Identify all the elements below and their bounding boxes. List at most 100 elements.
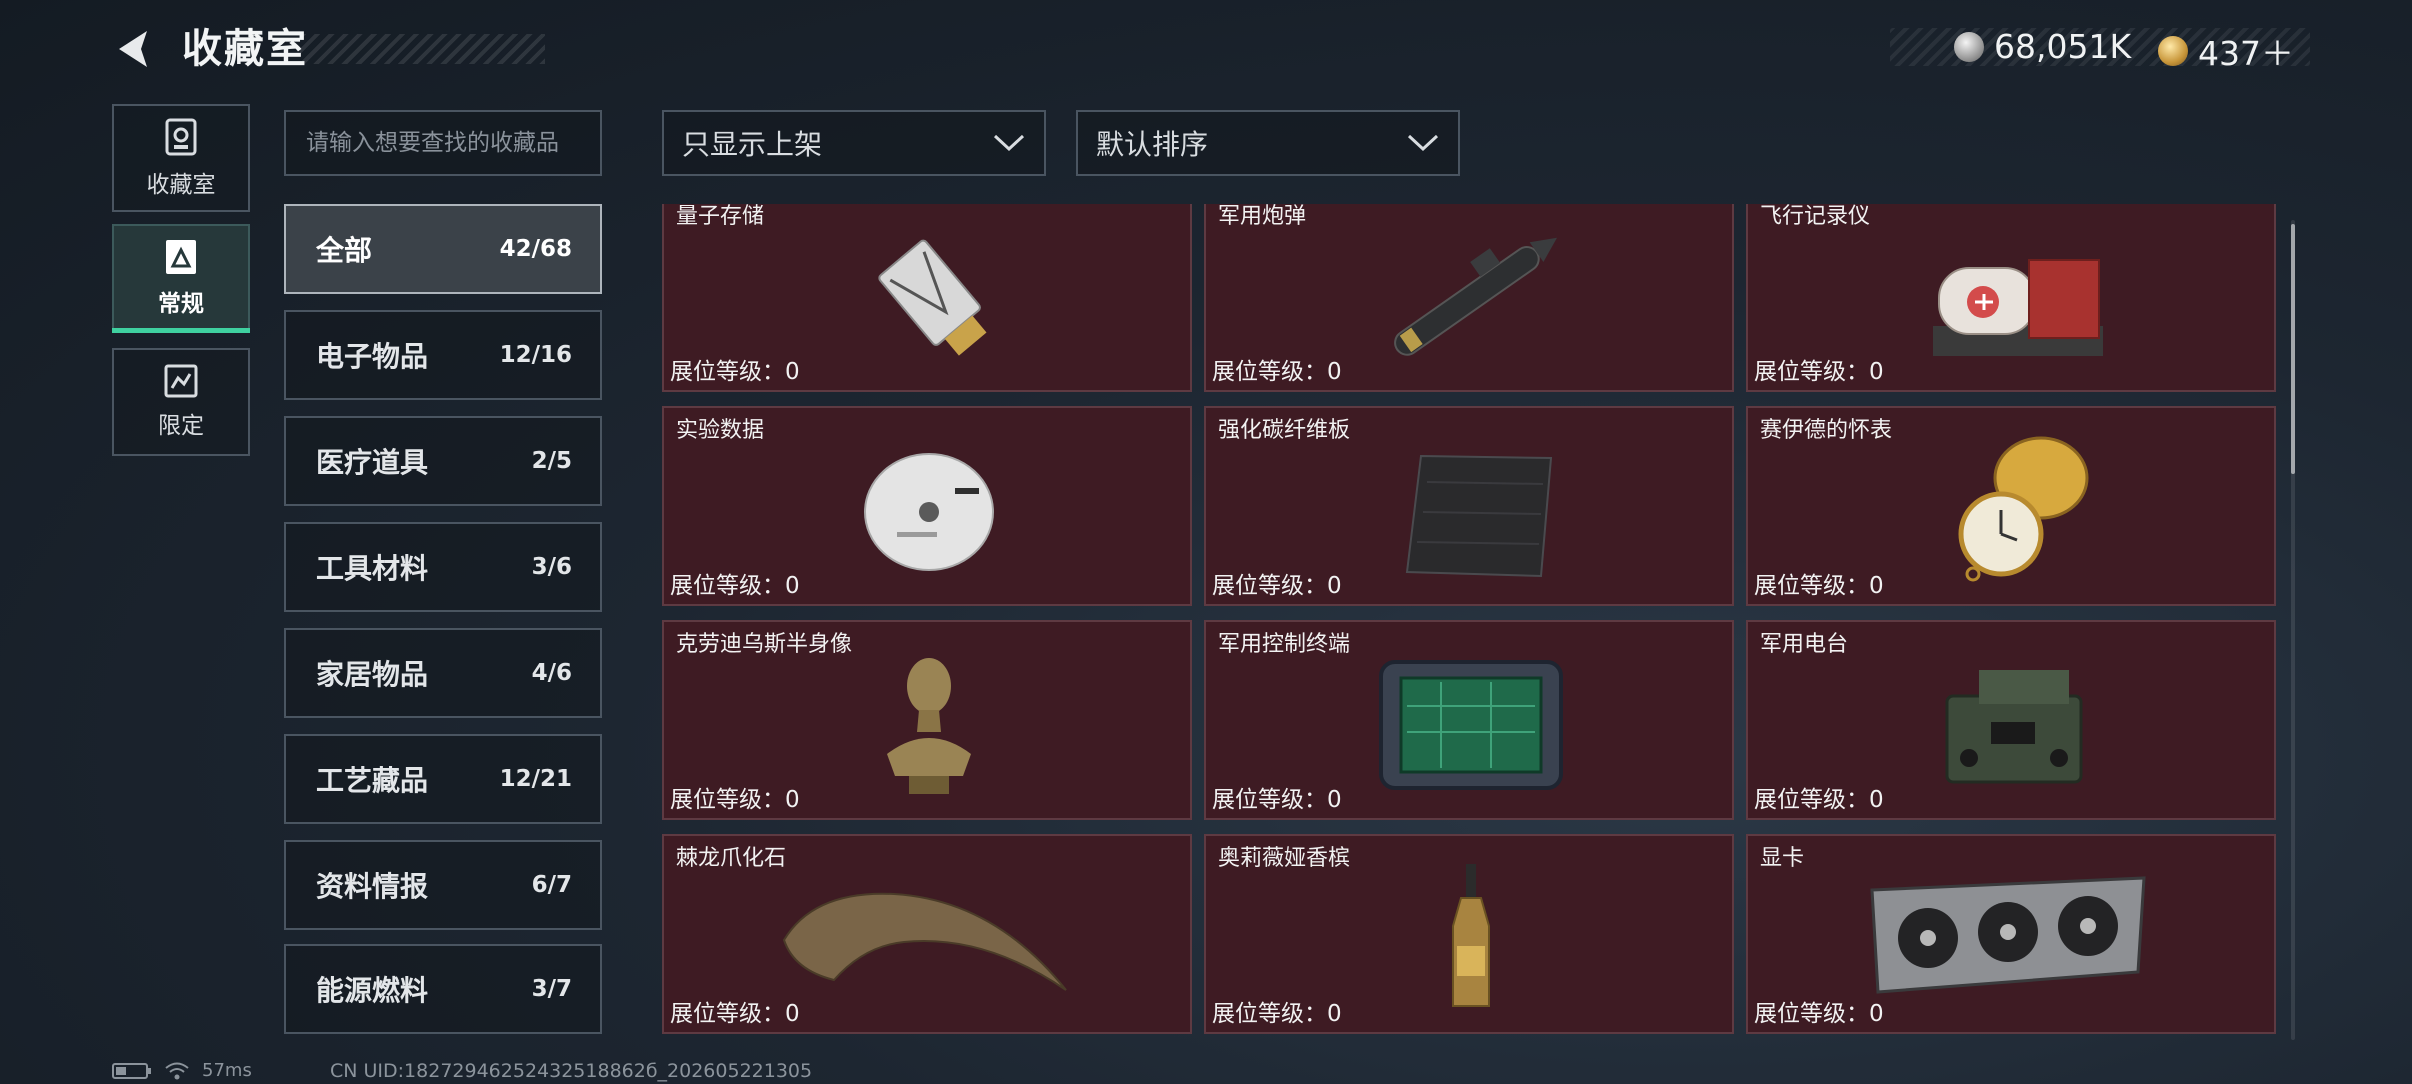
scrollbar-thumb[interactable]: [2291, 224, 2295, 474]
category-count: 3/6: [531, 554, 572, 580]
item-name: 量子存储: [676, 204, 765, 229]
chevron-down-icon: [1407, 134, 1439, 152]
collection-card[interactable]: 军用控制终端 展位等级：0: [1204, 620, 1734, 820]
category-energy[interactable]: 能源燃料 3/7: [284, 944, 602, 1034]
collection-card[interactable]: 奥莉薇娅香槟 展位等级：0: [1204, 834, 1734, 1034]
mode-label: 常规: [158, 291, 204, 317]
category-count: 12/16: [499, 342, 572, 368]
item-name: 飞行记录仪: [1760, 204, 1871, 229]
category-household[interactable]: 家居物品 4/6: [284, 628, 602, 718]
category-count: 4/6: [531, 660, 572, 686]
military-radio-icon: [1945, 670, 2083, 784]
mode-label: 限定: [158, 413, 204, 439]
collection-card[interactable]: 军用电台 展位等级：0: [1746, 620, 2276, 820]
control-terminal-icon: [1379, 660, 1563, 790]
category-tools[interactable]: 工具材料 3/6: [284, 522, 602, 612]
title-decoration: [300, 34, 545, 64]
artillery-shell-icon: [1394, 237, 1558, 356]
category-count: 6/7: [531, 872, 572, 898]
gold-amount: 437＋: [2198, 34, 2294, 73]
category-count: 42/68: [499, 236, 572, 262]
category-count: 3/7: [531, 976, 572, 1002]
booth-level: 展位等级：0: [670, 359, 800, 385]
collection-grid[interactable]: 量子存储 展位等级：0 军用炮弹 展位等级：0 飞行记录仪 展位等级：0 实验数…: [660, 204, 2276, 1036]
item-name: 军用炮弹: [1218, 204, 1307, 229]
carbon-plate-icon: [1405, 454, 1553, 578]
booth-level: 展位等级：0: [1754, 787, 1884, 813]
booth-level: 展位等级：0: [1754, 573, 1884, 599]
chevron-down-icon: [993, 134, 1025, 152]
category-medical[interactable]: 医疗道具 2/5: [284, 416, 602, 506]
uid-text: CN UID:18272946252432518862б_20260522130…: [330, 1060, 813, 1082]
item-name: 奥莉薇娅香槟: [1218, 846, 1351, 871]
category-electronics[interactable]: 电子物品 12/16: [284, 310, 602, 400]
latency-text: 57ms: [202, 1060, 252, 1081]
booth-level: 展位等级：0: [1212, 573, 1342, 599]
back-button[interactable]: [108, 22, 162, 76]
collection-card[interactable]: 棘龙爪化石 展位等级：0: [662, 834, 1192, 1034]
category-name: 全部: [316, 234, 373, 267]
collection-room-icon: [165, 118, 197, 156]
currency-gold[interactable]: 437＋: [2158, 27, 2294, 75]
search-input[interactable]: [284, 110, 602, 176]
regular-card-icon: [166, 240, 196, 274]
booth-level: 展位等级：0: [1212, 1001, 1342, 1027]
active-mode-indicator: [112, 328, 250, 333]
champagne-bottle-icon: [1452, 864, 1490, 1007]
category-name: 工艺藏品: [316, 764, 429, 797]
collection-card[interactable]: 显卡 展位等级：0: [1746, 834, 2276, 1034]
mode-regular[interactable]: 常规: [112, 224, 250, 332]
booth-level: 展位等级：0: [670, 1001, 800, 1027]
category-name: 资料情报: [316, 870, 429, 903]
usb-drive-icon: [878, 239, 987, 356]
flight-recorder-icon: [1933, 259, 2103, 356]
category-intel[interactable]: 资料情报 6/7: [284, 840, 602, 930]
item-name: 显卡: [1760, 846, 1805, 871]
bust-statue-icon: [887, 658, 971, 794]
item-name: 军用电台: [1760, 632, 1849, 657]
category-crafts[interactable]: 工艺藏品 12/21: [284, 734, 602, 824]
battery-icon: [112, 1062, 151, 1079]
limited-card-icon: [164, 364, 198, 398]
category-name: 工具材料: [316, 552, 429, 585]
item-name: 棘龙爪化石: [676, 846, 787, 871]
collection-card[interactable]: 军用炮弹 展位等级：0: [1204, 204, 1734, 392]
sort-dropdown[interactable]: 默认排序: [1076, 110, 1460, 176]
currency-silver[interactable]: 68,051K: [1954, 27, 2131, 66]
category-count: 12/21: [499, 766, 572, 792]
gold-coin-icon: [2158, 36, 2188, 66]
graphics-card-icon: [1870, 876, 2146, 994]
item-name: 克劳迪乌斯半身像: [676, 632, 853, 657]
data-disc-icon: [864, 453, 994, 571]
collection-card[interactable]: 实验数据 展位等级：0: [662, 406, 1192, 606]
sort-value: 默认排序: [1096, 128, 1209, 161]
item-name: 强化碳纤维板: [1218, 418, 1351, 443]
mode-limited[interactable]: 限定: [112, 348, 250, 456]
silver-coin-icon: [1954, 31, 1984, 62]
display-filter-dropdown[interactable]: 只显示上架: [662, 110, 1046, 176]
item-name: 军用控制终端: [1218, 632, 1351, 657]
item-name: 实验数据: [676, 418, 765, 443]
wifi-icon: [165, 1062, 189, 1079]
category-name: 家居物品: [316, 658, 429, 691]
category-all[interactable]: 全部 42/68: [284, 204, 602, 294]
collection-card[interactable]: 飞行记录仪 展位等级：0: [1746, 204, 2276, 392]
collection-card[interactable]: 赛伊德的怀表 展位等级：0: [1746, 406, 2276, 606]
category-name: 医疗道具: [316, 446, 429, 479]
collection-card[interactable]: 量子存储 展位等级：0: [662, 204, 1192, 392]
booth-level: 展位等级：0: [670, 573, 800, 599]
display-filter-value: 只显示上架: [682, 128, 823, 161]
mode-label: 收藏室: [146, 172, 216, 198]
booth-level: 展位等级：0: [1212, 787, 1342, 813]
back-arrow-icon: [119, 31, 147, 67]
silver-amount: 68,051K: [1994, 27, 2132, 66]
mode-collection-room[interactable]: 收藏室: [112, 104, 250, 212]
status-bar: 57ms: [112, 1060, 252, 1081]
collection-card[interactable]: 克劳迪乌斯半身像 展位等级：0: [662, 620, 1192, 820]
category-name: 电子物品: [316, 340, 429, 373]
category-count: 2/5: [531, 448, 572, 474]
booth-level: 展位等级：0: [1212, 359, 1342, 385]
pocket-watch-icon: [1958, 436, 2089, 582]
collection-card[interactable]: 强化碳纤维板 展位等级：0: [1204, 406, 1734, 606]
booth-level: 展位等级：0: [670, 787, 800, 813]
